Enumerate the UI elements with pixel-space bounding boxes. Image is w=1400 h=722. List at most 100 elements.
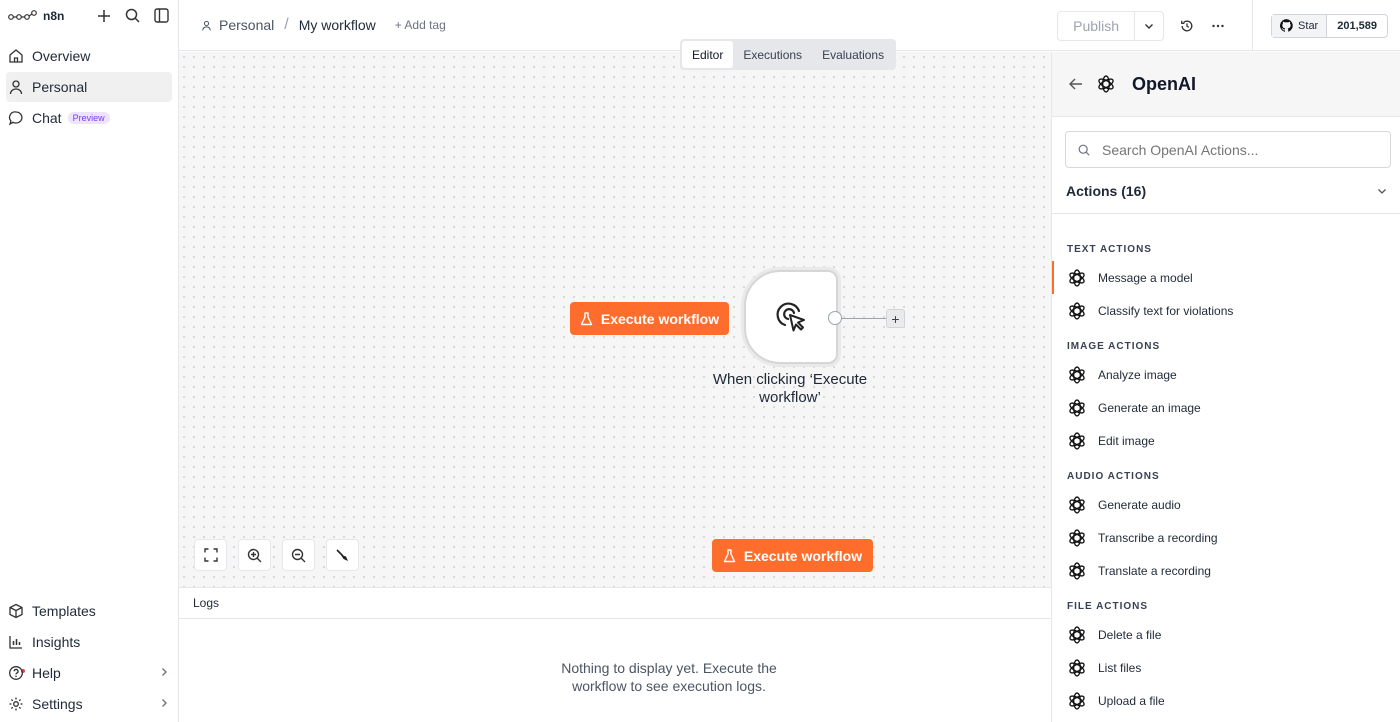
tab-executions[interactable]: Executions [733, 41, 812, 68]
help-circle-icon [9, 666, 23, 680]
flask-icon [580, 311, 593, 325]
action-label: Delete a file [1098, 627, 1162, 642]
more-horizontal-icon[interactable] [1209, 17, 1226, 34]
sidebar-item-templates[interactable]: Templates [6, 596, 172, 626]
openai-logo-icon [1098, 75, 1114, 93]
workflow-name[interactable]: My workflow [299, 17, 376, 33]
action-label: Generate audio [1098, 497, 1181, 512]
github-star-button[interactable]: Star [1272, 14, 1328, 37]
sidebar-item-label: Templates [32, 603, 96, 619]
actions-search-input[interactable] [1102, 141, 1362, 158]
sidebar-item-label: Personal [32, 79, 88, 95]
action-group-file: FILE ACTIONS Delete a file List files Up… [1052, 599, 1400, 717]
openai-logo-icon [1069, 495, 1085, 514]
action-item[interactable]: Delete a file [1067, 618, 1400, 651]
panel-title: OpenAI [1132, 73, 1197, 94]
openai-logo-icon [1069, 528, 1085, 547]
plus-icon[interactable] [95, 7, 112, 24]
n8n-logo[interactable]: n8n [8, 9, 64, 23]
zoom-in-button[interactable] [238, 539, 271, 571]
action-item[interactable]: Classify text for violations [1067, 294, 1400, 327]
openai-logo-icon [1069, 561, 1085, 580]
action-label: Analyze image [1098, 367, 1177, 382]
add-next-node-button[interactable]: + [886, 309, 905, 328]
action-label: Translate a recording [1098, 563, 1211, 578]
sidebar-item-label: Settings [32, 696, 83, 712]
user-icon [202, 20, 211, 30]
execute-label: Execute workflow [600, 310, 720, 327]
logs-empty-message: Nothing to display yet. Execute the work… [561, 660, 777, 694]
node-label: When clicking ‘Execute workflow’ [712, 371, 868, 406]
action-item[interactable]: Generate an image [1067, 391, 1400, 424]
logs-panel: Logs Nothing to display yet. Execute the… [179, 587, 1051, 722]
app-name: n8n [43, 8, 65, 23]
github-star-count[interactable]: 201,589 [1327, 15, 1387, 37]
search-icon[interactable] [124, 7, 141, 24]
action-item[interactable]: Message a model [1052, 261, 1400, 294]
manual-trigger-node[interactable] [744, 270, 838, 364]
execute-workflow-button[interactable]: Execute workflow [712, 539, 873, 572]
workflow-canvas[interactable]: Editor Executions Evaluations Execute wo… [179, 39, 1051, 587]
back-arrow-icon[interactable] [1067, 76, 1084, 93]
fit-view-icon [203, 548, 218, 562]
tab-editor[interactable]: Editor [682, 41, 734, 68]
chevron-down-icon[interactable] [1135, 12, 1163, 40]
publish-button[interactable]: Publish [1058, 11, 1136, 40]
action-label: Upload a file [1098, 693, 1165, 708]
action-group-title: AUDIO ACTIONS [1067, 471, 1160, 482]
github-star-widget[interactable]: Star 201,589 [1271, 13, 1388, 38]
breadcrumb: Personal / My workflow + Add tag [179, 16, 446, 34]
sidebar-header: n8n [0, 0, 178, 31]
add-tag-link[interactable]: + Add tag [395, 18, 446, 32]
bar-chart-icon [9, 636, 22, 649]
tab-evaluations[interactable]: Evaluations [812, 41, 894, 68]
action-item[interactable]: Edit image [1067, 424, 1400, 457]
openai-logo-icon [1069, 268, 1085, 287]
broom-icon [336, 548, 348, 561]
chevron-right-icon [158, 696, 170, 712]
action-item[interactable]: Transcribe a recording [1067, 521, 1400, 554]
actions-section-header[interactable]: Actions (16) [1052, 168, 1400, 214]
action-group-audio: AUDIO ACTIONS Generate audio Transcribe … [1052, 469, 1400, 587]
logs-header[interactable]: Logs [179, 588, 1051, 619]
action-item[interactable]: Analyze image [1067, 358, 1400, 391]
action-label: Generate an image [1098, 400, 1201, 415]
sidebar-item-insights[interactable]: Insights [6, 627, 172, 657]
sidebar-item-personal[interactable]: Personal [6, 72, 172, 102]
sidebar-item-help[interactable]: Help [6, 658, 172, 688]
action-item[interactable]: List files [1067, 651, 1400, 684]
openai-logo-icon [1069, 625, 1085, 644]
history-icon[interactable] [1178, 17, 1195, 34]
header-actions: Publish Star 201,589 [1057, 0, 1400, 51]
chat-bubble-icon [8, 111, 23, 126]
breadcrumb-project[interactable]: Personal [219, 17, 274, 33]
node-output-handle[interactable] [828, 311, 842, 325]
tidy-up-button[interactable] [326, 539, 359, 571]
panel-header: OpenAI [1052, 52, 1400, 117]
sidebar-item-overview[interactable]: Overview [6, 41, 172, 71]
openai-logo-icon [1069, 365, 1085, 384]
sidebar-toggle-icon[interactable] [153, 7, 170, 24]
search-icon [1078, 144, 1090, 156]
action-item[interactable]: Generate audio [1067, 488, 1400, 521]
actions-count-title: Actions (16) [1066, 182, 1147, 199]
node-execute-workflow-button[interactable]: Execute workflow [570, 302, 729, 335]
action-group-title: IMAGE ACTIONS [1067, 341, 1161, 352]
canvas-controls [194, 539, 359, 571]
sidebar-item-label: Insights [32, 634, 81, 650]
github-star-label: Star [1298, 19, 1319, 32]
sidebar-item-label: Overview [32, 48, 91, 64]
home-icon [9, 49, 23, 63]
breadcrumb-separator: / [284, 16, 289, 33]
preview-badge: Preview [67, 112, 110, 124]
action-item[interactable]: Upload a file [1067, 684, 1400, 717]
zoom-out-button[interactable] [282, 539, 315, 571]
openai-logo-icon [1069, 691, 1085, 710]
fit-view-button[interactable] [194, 539, 227, 571]
action-item[interactable]: Translate a recording [1067, 554, 1400, 587]
gear-icon [9, 697, 23, 711]
actions-search-box [1065, 131, 1391, 168]
sidebar-item-settings[interactable]: Settings [6, 689, 172, 719]
sidebar-item-chat[interactable]: Chat Preview [6, 103, 172, 133]
openai-logo-icon [1069, 398, 1085, 417]
